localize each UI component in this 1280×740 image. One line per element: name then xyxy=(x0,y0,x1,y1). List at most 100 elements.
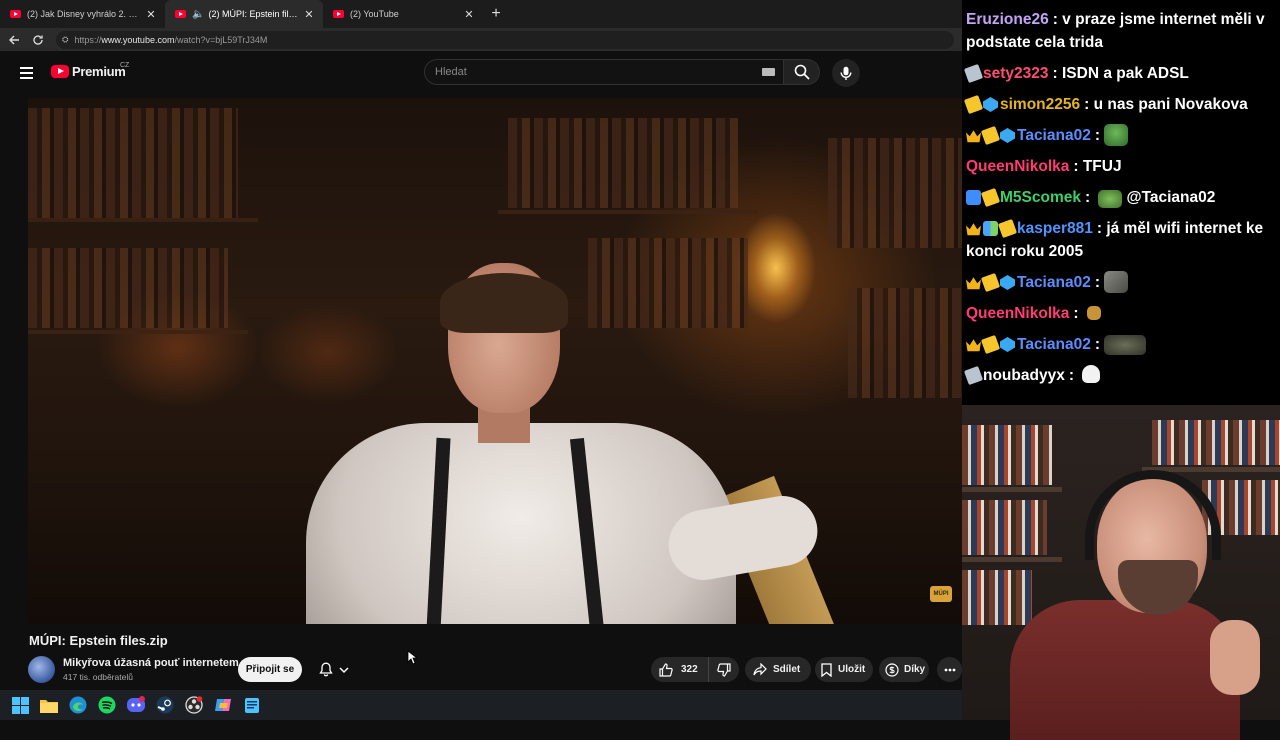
channel-avatar[interactable] xyxy=(28,656,55,683)
bookmark-icon xyxy=(821,662,832,677)
cam-bookshelf-decor xyxy=(962,425,1052,485)
crown-badge-icon xyxy=(966,130,981,143)
edge-icon[interactable] xyxy=(69,696,87,714)
close-tab-icon[interactable]: ✕ xyxy=(463,8,475,21)
chat-username[interactable]: Eruzione26 xyxy=(966,11,1049,28)
menu-icon[interactable] xyxy=(20,67,33,79)
chat-text: TFUJ xyxy=(1082,158,1122,175)
thanks-button[interactable]: Díky xyxy=(879,657,929,682)
windows-start-icon[interactable] xyxy=(11,696,29,714)
bookshelf-decor xyxy=(828,138,962,248)
chat-message: Taciana02: xyxy=(966,124,1276,147)
youtube-premium-logo[interactable]: Premium xyxy=(51,64,126,79)
bolt-badge-icon xyxy=(980,334,1001,355)
channel-name[interactable]: Mikyřova úžasná pouť internetem xyxy=(63,657,239,669)
chat-text: @Taciana02 xyxy=(1126,189,1216,206)
chat-message: M5Scomek: @Taciana02 xyxy=(966,186,1276,209)
save-button[interactable]: Uložit xyxy=(815,657,873,682)
keyboard-icon[interactable] xyxy=(762,68,775,76)
url-host: www.youtube.com xyxy=(101,34,175,45)
close-tab-icon[interactable]: ✕ xyxy=(303,8,315,21)
chat-message: Taciana02: xyxy=(966,333,1276,356)
crown-badge-icon xyxy=(966,223,981,236)
bookshelf-decor xyxy=(848,288,962,398)
bell-icon xyxy=(319,662,333,677)
copilot-icon[interactable] xyxy=(214,696,232,714)
bookshelf-decor xyxy=(28,108,238,218)
discord-icon[interactable] xyxy=(127,696,145,714)
crown-badge-icon xyxy=(966,339,981,352)
windows-taskbar xyxy=(0,690,962,720)
share-label: Sdílet xyxy=(773,664,801,675)
browser-tab-2-active[interactable]: 🔈 (2) MÚPI: Epstein files.zip - YouTube … xyxy=(165,0,323,28)
chat-username[interactable]: Taciana02 xyxy=(1017,274,1091,291)
video-player[interactable]: MÚPI xyxy=(28,98,962,624)
chat-username[interactable]: noubadyyx xyxy=(983,367,1065,384)
presenter-hair xyxy=(440,273,568,333)
video-title: MÚPI: Epstein files.zip xyxy=(29,633,168,648)
shelf-decor xyxy=(498,210,758,214)
share-button[interactable]: Sdílet xyxy=(745,657,811,682)
chat-text: ISDN a pak ADSL xyxy=(1061,65,1189,82)
steam-icon[interactable] xyxy=(156,696,174,714)
notifications-button[interactable] xyxy=(310,657,358,682)
mouse-cursor-icon xyxy=(407,650,417,665)
bookshelf-decor xyxy=(508,118,738,208)
thumbs-up-icon xyxy=(659,662,673,677)
like-dislike-group: 322 xyxy=(651,657,739,682)
reload-icon[interactable] xyxy=(26,28,50,51)
tab-label: (2) YouTube xyxy=(350,9,399,19)
thanks-dollar-icon xyxy=(885,662,899,677)
silver-bolt-badge-icon xyxy=(963,63,984,84)
chat-username[interactable]: Taciana02 xyxy=(1017,336,1091,353)
tab-label: (2) MÚPI: Epstein files.zip - YouTube xyxy=(208,9,299,19)
gem-badge-icon xyxy=(1000,128,1015,143)
spotify-icon[interactable] xyxy=(98,696,116,714)
chat-username[interactable]: Taciana02 xyxy=(1017,127,1091,144)
chat-username[interactable]: kasper881 xyxy=(1017,220,1093,237)
chat-message: simon2256: u nas pani Novakova xyxy=(963,93,1276,116)
close-tab-icon[interactable]: ✕ xyxy=(145,8,157,21)
chat-username[interactable]: QueenNikolka xyxy=(966,305,1069,322)
stream-chat: Eruzione26: v praze jsme internet měli v… xyxy=(962,0,1280,405)
streamer-shirt xyxy=(1010,600,1240,740)
search-button[interactable] xyxy=(784,59,820,85)
notepad-icon[interactable] xyxy=(243,696,261,714)
site-info-icon[interactable]: ⛭ xyxy=(62,35,68,45)
country-code: CZ xyxy=(120,62,130,69)
small-emote-icon xyxy=(1086,306,1101,320)
chat-text: u nas pani Novakova xyxy=(1093,96,1248,113)
url-field[interactable]: ⛭ https://www.youtube.com/watch?v=bjL59T… xyxy=(56,30,954,49)
browser-tab-bar: (2) Jak Disney vyhrálo 2. světovou ✕ 🔈 (… xyxy=(0,0,962,28)
like-button[interactable]: 322 xyxy=(651,657,709,682)
microphone-icon xyxy=(840,66,852,80)
turtle-emote-icon xyxy=(1098,190,1123,208)
thanks-label: Díky xyxy=(904,664,926,675)
more-horizontal-icon xyxy=(944,668,955,671)
wide-emote-icon xyxy=(1104,335,1147,355)
speaker-icon[interactable]: 🔈 xyxy=(192,9,204,20)
back-arrow-icon[interactable] xyxy=(2,28,26,51)
url-path: /watch?v=bjL59TrJ34M xyxy=(174,34,268,45)
search-input[interactable] xyxy=(425,66,762,78)
file-explorer-icon[interactable] xyxy=(40,696,58,714)
bookshelf-decor xyxy=(588,238,748,328)
more-actions-button[interactable] xyxy=(937,657,962,682)
chat-username[interactable]: QueenNikolka xyxy=(966,158,1069,175)
arrow-badge-icon xyxy=(966,190,981,205)
chat-username[interactable]: simon2256 xyxy=(1000,96,1080,113)
presenter-shirt xyxy=(306,423,736,624)
shelf-decor xyxy=(28,218,258,222)
chat-username[interactable]: M5Scomek xyxy=(1000,189,1081,206)
chat-username[interactable]: sety2323 xyxy=(983,65,1049,82)
new-tab-button[interactable]: + xyxy=(483,0,509,28)
dislike-button[interactable] xyxy=(709,662,731,677)
obs-icon[interactable] xyxy=(185,696,203,714)
browser-tab-3[interactable]: (2) YouTube ✕ xyxy=(323,0,483,28)
thumbs-down-icon xyxy=(716,662,731,677)
join-button[interactable]: Připojit se xyxy=(238,657,302,682)
cam-shelf-decor xyxy=(962,557,1062,562)
voice-search-button[interactable] xyxy=(832,59,860,87)
channel-watermark[interactable]: MÚPI xyxy=(930,586,952,602)
browser-tab-1[interactable]: (2) Jak Disney vyhrálo 2. světovou ✕ xyxy=(0,0,165,28)
